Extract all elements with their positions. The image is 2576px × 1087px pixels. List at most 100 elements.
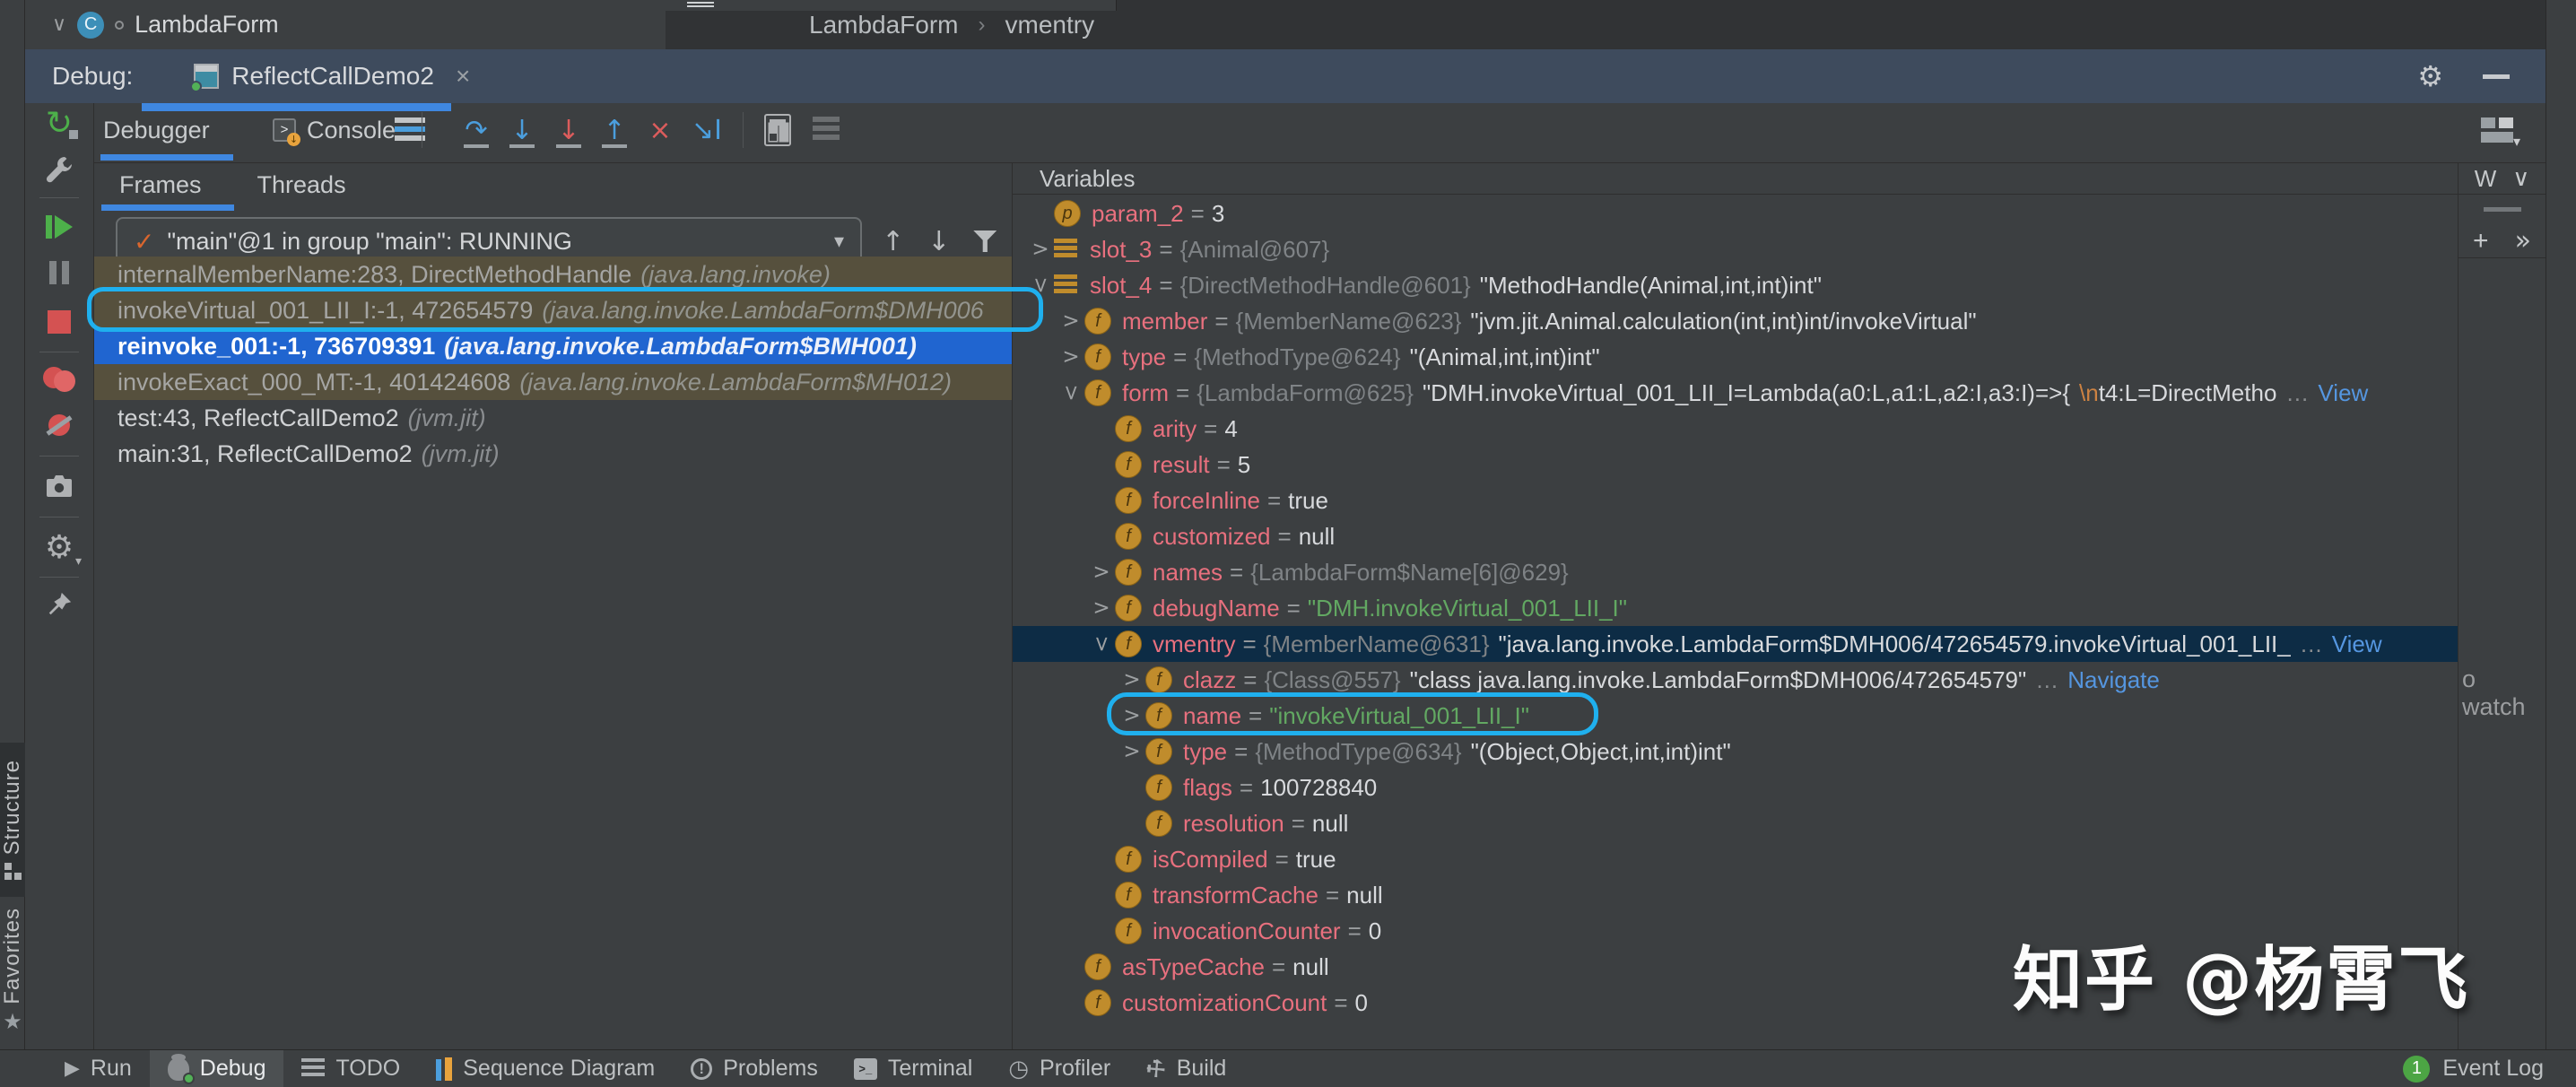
variable-row-member[interactable]: >fmember={MemberName@623}"jvm.jit.Animal… — [1013, 303, 2459, 339]
variable-row-vmentry[interactable]: >fvmentry={MemberName@631}"java.lang.inv… — [1013, 626, 2459, 662]
variable-row-type[interactable]: >ftype={MethodType@624}"(Animal,int,int)… — [1013, 339, 2459, 375]
chevron-down-icon[interactable]: ∨ — [2512, 165, 2529, 192]
value-token: null — [1346, 882, 1382, 909]
variable-row-clazz[interactable]: >fclazz={Class@557}"class java.lang.invo… — [1013, 662, 2459, 698]
tab-debugger[interactable]: Debugger — [103, 103, 210, 157]
statusbar-item-terminal[interactable]: >_Terminal — [836, 1050, 990, 1087]
variable-row-isCompiled[interactable]: fisCompiled=true — [1013, 841, 2459, 877]
variable-row-name[interactable]: >fname="invokeVirtual_001_LII_I" — [1013, 698, 2459, 734]
step-out-icon[interactable]: ↑ — [595, 110, 634, 150]
value-token: {MethodType@634} — [1255, 738, 1470, 766]
expand-chevron-icon[interactable]: ∨ — [52, 13, 66, 36]
add-watch-button[interactable]: + — [2473, 226, 2489, 257]
step-into-icon[interactable]: ↓ — [502, 110, 542, 150]
statusbar-item-problems[interactable]: !Problems — [673, 1050, 836, 1087]
pin-button[interactable] — [37, 585, 82, 624]
resume-button[interactable] — [37, 207, 82, 247]
field-icon: f — [1145, 666, 1172, 693]
tree-chevron-icon[interactable]: > — [1057, 345, 1084, 369]
variable-row-resolution[interactable]: fresolution=null — [1013, 805, 2459, 841]
equals-sign: = — [1207, 308, 1235, 335]
settings-gear-button[interactable]: ⚙▾ — [37, 527, 82, 567]
rerun-button[interactable]: ↻ — [37, 103, 82, 143]
variable-row-param_2[interactable]: pparam_2=3 — [1013, 196, 2459, 231]
statusbar-item-todo[interactable]: TODO — [283, 1050, 418, 1087]
field-icon: f — [1115, 595, 1142, 622]
stack-frame-row[interactable]: internalMemberName:283, DirectMethodHand… — [94, 257, 1012, 292]
breadcrumb-item-class[interactable]: LambdaForm — [809, 11, 959, 39]
tree-chevron-icon[interactable]: > — [1118, 740, 1145, 763]
tree-chevron-icon[interactable]: > — [1090, 630, 1113, 657]
inline-link[interactable]: View — [2318, 379, 2368, 407]
variable-row-transformCache[interactable]: ftransformCache=null — [1013, 877, 2459, 913]
close-session-icon[interactable]: × — [456, 62, 470, 91]
statusbar-item-build[interactable]: ⚒Build — [1128, 1050, 1244, 1087]
statusbar-item-debug[interactable]: Debug — [150, 1050, 284, 1087]
coverage-grid-icon[interactable] — [806, 110, 846, 150]
variable-row-flags[interactable]: fflags=100728840 — [1013, 770, 2459, 805]
variable-row-forceInline[interactable]: fforceInline=true — [1013, 483, 2459, 518]
view-breakpoints-button[interactable] — [37, 360, 82, 399]
arrow-up-icon[interactable]: ↑ — [882, 226, 904, 257]
statusbar-item-sequence-diagram[interactable]: Sequence Diagram — [418, 1050, 673, 1087]
stack-frame-row[interactable]: invokeExact_000_MT:-1, 401424608(java.la… — [94, 364, 1012, 400]
event-log[interactable]: 1 Event Log — [2403, 1056, 2544, 1083]
tree-chevron-icon[interactable]: > — [1088, 596, 1115, 620]
settings-wrench-button[interactable] — [37, 150, 82, 189]
stack-frame-row[interactable]: reinvoke_001:-1, 736709391(java.lang.inv… — [94, 328, 1012, 364]
breadcrumb: LambdaForm › vmentry — [809, 0, 1094, 49]
arrow-down-icon[interactable]: ↓ — [927, 226, 950, 257]
stack-frame-row[interactable]: invokeVirtual_001_LII_I:-1, 472654579(ja… — [94, 292, 1012, 328]
statusbar-item-run[interactable]: ▶Run — [47, 1050, 150, 1087]
minimize-icon[interactable] — [2483, 74, 2510, 79]
breadcrumb-item-member[interactable]: vmentry — [1005, 11, 1095, 39]
force-step-into-icon[interactable]: ↓ — [549, 110, 588, 150]
tree-chevron-icon[interactable]: > — [1088, 561, 1115, 584]
tree-chevron-icon[interactable]: > — [1118, 668, 1145, 691]
statusbar-item-profiler[interactable]: ◷Profiler — [990, 1050, 1128, 1087]
stack-frame-row[interactable]: test:43, ReflectCallDemo2(jvm.jit) — [94, 400, 1012, 436]
field-icon: f — [1115, 882, 1142, 909]
tree-chevron-icon[interactable]: > — [1029, 272, 1052, 299]
stack-frame-row[interactable]: main:31, ReflectCallDemo2(jvm.jit) — [94, 436, 1012, 472]
drop-frame-icon[interactable]: × — [640, 110, 680, 150]
pause-button[interactable] — [37, 255, 82, 294]
tab-frames[interactable]: Frames — [119, 171, 202, 199]
equals-sign: = — [1152, 236, 1179, 264]
variable-row-type[interactable]: >ftype={MethodType@634}"(Object,Object,i… — [1013, 734, 2459, 770]
evaluate-expression-icon[interactable] — [758, 110, 797, 150]
filter-funnel-icon[interactable] — [973, 230, 996, 252]
debug-session-tab[interactable]: ReflectCallDemo2 × — [194, 62, 470, 91]
variable-row-debugName[interactable]: >fdebugName="DMH.invokeVirtual_001_LII_I… — [1013, 590, 2459, 626]
variable-row-arity[interactable]: farity=4 — [1013, 411, 2459, 447]
variable-name: resolution — [1183, 810, 1284, 838]
variable-row-slot_3[interactable]: >slot_3={Animal@607} — [1013, 231, 2459, 267]
restore-layout-icon[interactable]: ▾ — [2481, 117, 2513, 144]
variable-row-result[interactable]: fresult=5 — [1013, 447, 2459, 483]
run-to-cursor-icon[interactable]: ↘I — [687, 110, 727, 150]
sidebar-tab-favorites[interactable]: Favorites ★ — [0, 897, 25, 1045]
variable-row-names[interactable]: >fnames={LambdaForm$Name[6]@629} — [1013, 554, 2459, 590]
tree-chevron-icon[interactable]: > — [1027, 238, 1054, 261]
layout-lines-icon[interactable] — [395, 117, 425, 144]
tab-console[interactable]: >↓ Console — [273, 103, 396, 157]
structure-tree-item-lambdaform[interactable]: ∨ C LambdaForm — [52, 0, 279, 49]
more-actions-icon[interactable]: » — [2515, 225, 2531, 257]
tab-threads[interactable]: Threads — [257, 171, 346, 199]
stop-button[interactable] — [37, 302, 82, 342]
sidebar-tab-structure[interactable]: Structure — [0, 743, 25, 897]
tree-chevron-icon[interactable]: > — [1057, 309, 1084, 333]
gear-icon[interactable]: ⚙ — [2417, 59, 2443, 93]
inline-link[interactable]: Navigate — [2067, 666, 2160, 694]
variable-row-form[interactable]: >fform={LambdaForm@625}"DMH.invokeVirtua… — [1013, 375, 2459, 411]
tree-chevron-icon[interactable]: > — [1059, 379, 1083, 406]
variable-row-slot_4[interactable]: >slot_4={DirectMethodHandle@601}"MethodH… — [1013, 267, 2459, 303]
tree-chevron-icon[interactable]: > — [1118, 704, 1145, 727]
frame-location: reinvoke_001:-1, 736709391 — [117, 333, 435, 361]
equals-sign: = — [1235, 630, 1263, 658]
step-over-icon[interactable]: ↷ — [457, 110, 496, 150]
mute-breakpoints-button[interactable] — [37, 405, 82, 445]
inline-link[interactable]: View — [2332, 630, 2382, 658]
variable-row-customized[interactable]: fcustomized=null — [1013, 518, 2459, 554]
thread-dump-camera-button[interactable] — [37, 466, 82, 506]
